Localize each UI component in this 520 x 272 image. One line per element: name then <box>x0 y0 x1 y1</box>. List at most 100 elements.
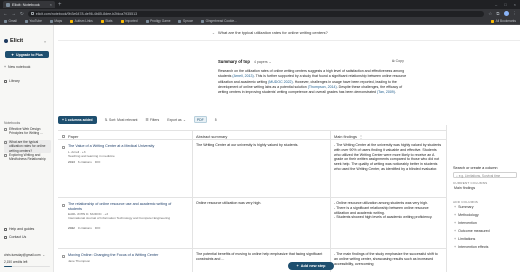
notebook-item[interactable]: Exploring Writing and Mindfulness Relati… <box>4 153 51 162</box>
filters-button[interactable]: ☰ Filters <box>145 118 159 122</box>
address-bar-row: ← → ↻ elicit.com/notebook/9b3e6478-de96-… <box>0 9 520 18</box>
star-icon[interactable]: ☆ <box>488 11 492 17</box>
bookmark-favicon-icon <box>201 19 205 23</box>
menu-icon[interactable]: ⋮ <box>513 11 518 17</box>
paper-year: 2022 <box>68 226 75 230</box>
current-column-item[interactable]: Main findings <box>454 186 475 190</box>
library-link[interactable]: Library <box>4 79 20 83</box>
add-column-item[interactable]: + Outcome measured <box>454 229 490 233</box>
row-checkbox[interactable] <box>62 146 65 149</box>
profile-avatar[interactable] <box>503 11 509 16</box>
summary-label: Summary of top <box>218 59 250 64</box>
plus-icon: + <box>454 205 457 209</box>
forward-icon[interactable]: → <box>12 11 17 16</box>
maximize-icon[interactable]: □ <box>504 2 506 7</box>
add-column-item[interactable]: + Intervention <box>454 221 477 225</box>
add-new-step-button[interactable]: + Add new step <box>288 262 334 270</box>
abstract-summary: The potential benefits of moving to onli… <box>196 252 323 261</box>
contact-link[interactable]: Contact Us <box>4 235 26 239</box>
bookmark-favicon-icon <box>4 19 7 23</box>
column-header-findings[interactable]: Main findings ⋮ <box>334 134 363 139</box>
copy-button[interactable]: ⧉ Copy <box>392 59 404 63</box>
notebook-item-active[interactable]: What are the typical utilization rates f… <box>4 140 51 153</box>
paper-authors: L. Arnell · +3 <box>68 149 86 154</box>
add-column-item[interactable]: + Methodology <box>454 213 479 217</box>
columns-added-button[interactable]: + 1 columns added <box>58 116 97 124</box>
back-icon[interactable]: ← <box>3 11 8 16</box>
notebook-icon <box>4 140 7 144</box>
paper-title[interactable]: The Value of a Writing Center at a Medic… <box>68 144 186 149</box>
add-column-item[interactable]: + Intervention effects <box>454 245 488 249</box>
bookmark-folder[interactable]: Stats <box>100 19 113 23</box>
bookmark-item[interactable]: Gmail <box>4 19 17 23</box>
browser-tab[interactable]: Elicit: Notebook × <box>3 1 55 8</box>
notebook-icon <box>4 153 7 157</box>
doi-link[interactable]: DOI <box>95 226 101 230</box>
credits-left: 2,150 credits left <box>4 260 28 264</box>
new-notebook-link[interactable]: + New notebook <box>4 65 30 69</box>
citation-link[interactable]: (Thompson, 2014) <box>308 85 337 89</box>
bookmark-item[interactable]: Maps <box>49 19 62 23</box>
elicit-logo[interactable]: Elicit <box>4 38 23 44</box>
summary-paper-count[interactable]: 4 papers ⌄ <box>254 60 272 64</box>
sort-dropdown[interactable]: ⇅ Sort: Most relevant <box>105 118 138 122</box>
column-search-input[interactable]: ⌕ e.g. Limitations, Survival time <box>453 172 517 178</box>
column-header-abstract[interactable]: Abstract summary <box>196 134 227 139</box>
user-account[interactable]: chris.tuesday@gmail.com ⌄ <box>4 253 45 257</box>
all-bookmarks[interactable]: All Bookmarks <box>491 19 516 23</box>
collapse-sidebar-icon[interactable]: « <box>44 39 46 44</box>
notebook-icon <box>4 127 7 131</box>
bookmark-favicon-icon <box>24 19 28 23</box>
notebooks-heading: Notebooks <box>4 121 21 125</box>
row-checkbox[interactable] <box>62 255 65 258</box>
reload-icon[interactable]: ↻ <box>20 11 24 17</box>
paper-meta: 2013 6 citations DOI <box>68 160 100 164</box>
folder-icon <box>120 19 124 23</box>
sparkle-icon: ✦ <box>11 52 15 57</box>
select-all-checkbox[interactable] <box>62 134 65 138</box>
bookmark-item[interactable]: Spruce <box>178 19 193 23</box>
close-tab-icon[interactable]: × <box>50 2 52 7</box>
citation-link[interactable]: (MUDOC 2022) <box>268 80 293 84</box>
add-column-item[interactable]: + Limitations <box>454 237 475 241</box>
credits-progress-fill <box>4 266 12 268</box>
close-window-icon[interactable]: × <box>514 2 516 7</box>
minimize-icon[interactable]: – <box>495 2 497 7</box>
plus-icon: + <box>454 213 457 217</box>
add-column-item[interactable]: + Summary <box>454 205 474 209</box>
sidebar: Elicit « ✦ Upgrade to Plus + New noteboo… <box>0 25 54 272</box>
export-dropdown[interactable]: Export as ⌄ <box>167 118 186 122</box>
row-checkbox[interactable] <box>62 204 65 207</box>
bookmark-item[interactable]: Prodigy Game <box>145 19 170 23</box>
paper-title[interactable]: Moving Online: Changing the Focus of a W… <box>68 253 186 258</box>
url-text: elicit.com/notebook/9b3e6478-de96-4b85-8… <box>35 11 138 16</box>
paper-year: 2013 <box>68 160 75 164</box>
table-row[interactable]: The relationship of online resource use … <box>58 198 446 249</box>
table-row[interactable]: Moving Online: Changing the Focus of a W… <box>58 249 446 272</box>
table-row[interactable]: The Value of a Writing Center at a Medic… <box>58 140 446 198</box>
new-tab-icon[interactable]: + <box>58 2 62 8</box>
column-header-paper[interactable]: Paper <box>68 134 78 139</box>
export-format-badge[interactable]: PDF <box>193 116 207 124</box>
url-field[interactable]: elicit.com/notebook/9b3e6478-de96-4b85-8… <box>27 10 485 17</box>
column-picker-panel: Search or create a column ⌕ e.g. Limitat… <box>446 125 520 272</box>
help-link[interactable]: Help and guides <box>4 227 34 231</box>
current-columns-heading: CURRENT COLUMNS <box>453 181 488 185</box>
plus-icon: + <box>296 264 299 268</box>
logo-mark-icon <box>4 39 8 43</box>
doi-link[interactable]: DOI <box>95 160 101 164</box>
bookmark-folder[interactable]: Autism Links <box>70 19 93 23</box>
citation-link[interactable]: (Tan, 2009) <box>377 90 395 94</box>
bookmark-item[interactable]: YouTube <box>24 19 42 23</box>
chevron-down-icon: ⌄ <box>268 59 272 64</box>
bookmark-folder[interactable]: Imported <box>120 19 138 23</box>
research-question[interactable]: ⌄ What are the typical utilization rates… <box>212 30 328 35</box>
paper-title[interactable]: The relationship of online resource use … <box>68 202 186 211</box>
lock-icon <box>30 12 34 15</box>
chevron-down-icon: ⌄ <box>42 253 46 257</box>
extensions-icon[interactable]: ⧉ <box>496 11 499 16</box>
upgrade-button[interactable]: ✦ Upgrade to Plus <box>5 51 49 58</box>
notebook-item[interactable]: Effective Web Design Principles for Writ… <box>4 127 51 136</box>
bookmark-item[interactable]: Gingerbread Cookie... <box>201 19 237 23</box>
citation-link[interactable]: (Arnell, 2013) <box>232 74 253 78</box>
